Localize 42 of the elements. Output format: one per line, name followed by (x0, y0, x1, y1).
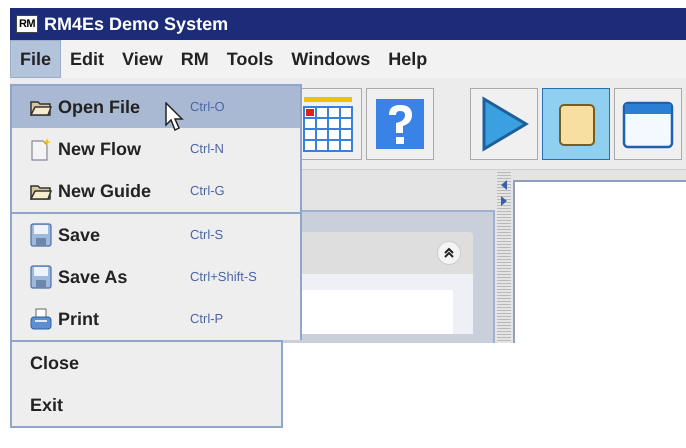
shortcut-label: Ctrl-N (190, 140, 225, 158)
menu-item[interactable]: View (113, 40, 172, 78)
shortcut-label: Ctrl-P (190, 310, 224, 328)
menu-label: Open File (58, 96, 140, 119)
new-document-icon (30, 137, 52, 161)
menu-label: Save As (58, 266, 128, 288)
menu-item[interactable]: File (10, 40, 62, 78)
menu-option[interactable]: New Flow Ctrl-N (12, 128, 300, 170)
menu-item[interactable]: Edit (61, 40, 114, 78)
menu-label: Close (30, 352, 80, 374)
menu-label: New Guide (58, 180, 152, 202)
shortcut-label: Ctrl+Shift-S (190, 268, 258, 286)
menu-option[interactable]: Save As Ctrl+Shift-S (12, 256, 300, 298)
shortcut-label: Ctrl-G (190, 182, 226, 200)
menu-item[interactable]: Windows (282, 40, 380, 78)
toolbar-button[interactable] (614, 88, 682, 160)
menu-label: New Flow (58, 138, 142, 160)
cursor-icon (164, 102, 186, 132)
shortcut-label: Ctrl-O (190, 98, 226, 116)
menu-label: Exit (30, 394, 64, 416)
toolbar-button[interactable] (366, 88, 434, 160)
menu-option[interactable]: New Guide Ctrl-G (12, 170, 300, 212)
right-arrow-icon[interactable] (500, 196, 508, 206)
menu-option[interactable]: Save Ctrl-S (12, 214, 300, 256)
menu-item[interactable]: RM (172, 40, 218, 78)
shortcut-label: Ctrl-S (190, 226, 224, 244)
toolbar-button[interactable] (470, 88, 538, 160)
window-title: RM4Es Demo System (44, 12, 228, 36)
menu-label: Print (58, 308, 100, 330)
menu-item[interactable]: Tools (218, 40, 282, 78)
left-arrow-icon[interactable] (500, 180, 508, 190)
chevron-up-icon (443, 247, 455, 259)
menu-option[interactable]: Exit (12, 384, 281, 426)
menu-option[interactable]: Close (12, 342, 281, 384)
menu-item[interactable]: Help (379, 40, 436, 78)
menu-label: Save (58, 224, 100, 246)
collapse-button[interactable] (437, 241, 461, 265)
menu-option[interactable]: Print Ctrl-P (12, 298, 300, 340)
app-logo: RM (16, 15, 38, 33)
printer-icon (30, 308, 52, 330)
menu-option[interactable]: Open File Ctrl-O (12, 86, 300, 128)
toolbar-button[interactable] (542, 88, 610, 160)
